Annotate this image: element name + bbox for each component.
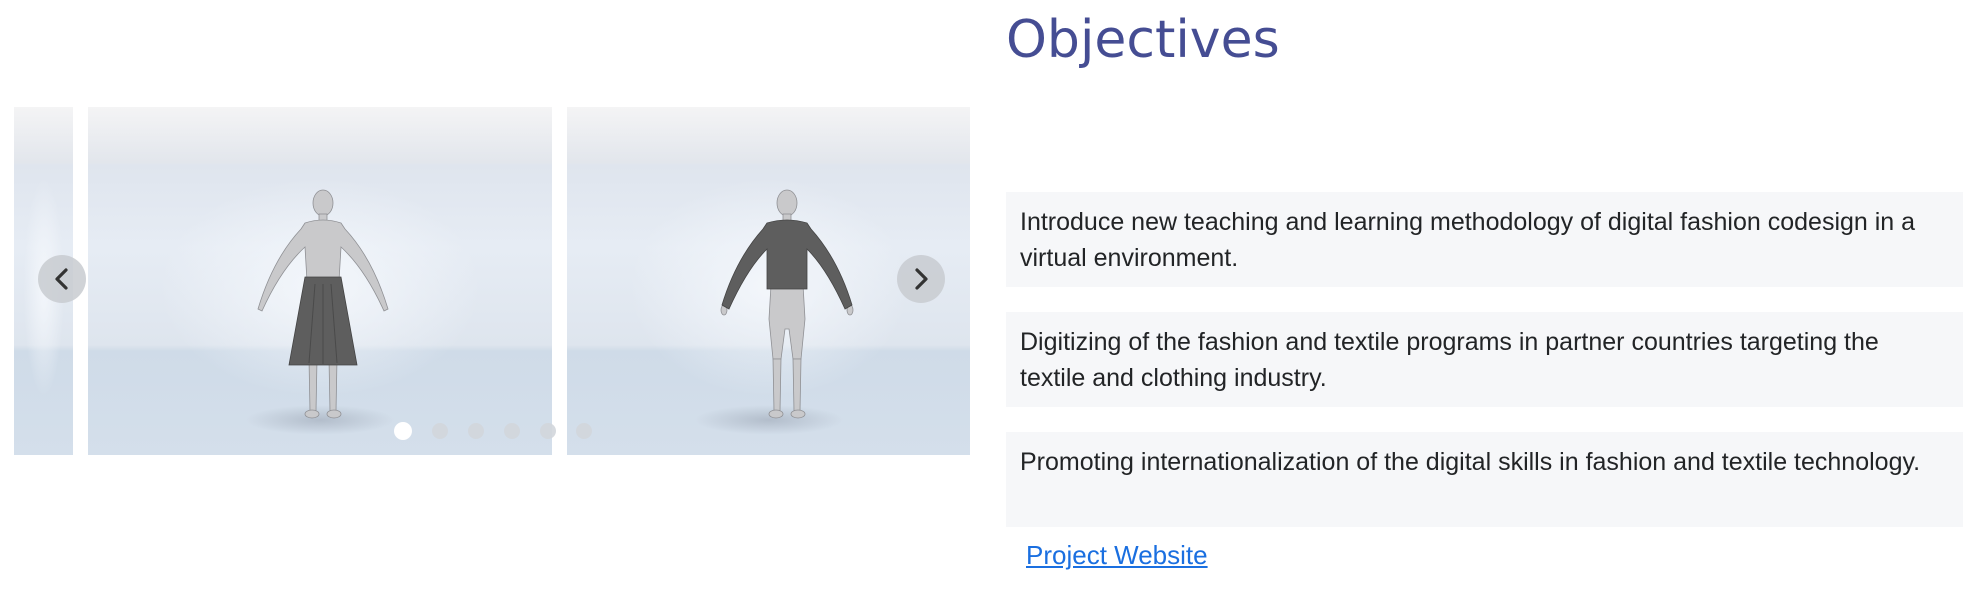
carousel-prev-button[interactable]	[38, 255, 86, 303]
carousel-pagination	[394, 422, 592, 440]
project-website-link[interactable]: Project Website	[1026, 540, 1208, 571]
carousel-dot[interactable]	[394, 422, 412, 440]
section-title: Objectives	[1006, 10, 1280, 70]
carousel-dot[interactable]	[540, 423, 556, 439]
image-carousel[interactable]	[14, 107, 970, 455]
carousel-dot[interactable]	[432, 423, 448, 439]
carousel-next-button[interactable]	[897, 255, 945, 303]
avatar-top-figure	[720, 189, 854, 419]
avatar-skirt-figure	[257, 189, 389, 419]
objective-item: Digitizing of the fashion and textile pr…	[1006, 312, 1963, 407]
carousel-dot[interactable]	[576, 423, 592, 439]
objective-item: Introduce new teaching and learning meth…	[1006, 192, 1963, 287]
chevron-right-icon	[915, 268, 928, 290]
carousel-dot[interactable]	[468, 423, 484, 439]
chevron-left-icon	[55, 268, 68, 290]
carousel-dot[interactable]	[504, 423, 520, 439]
carousel-slide-skirt	[88, 107, 552, 455]
objective-item: Promoting internationalization of the di…	[1006, 432, 1963, 527]
